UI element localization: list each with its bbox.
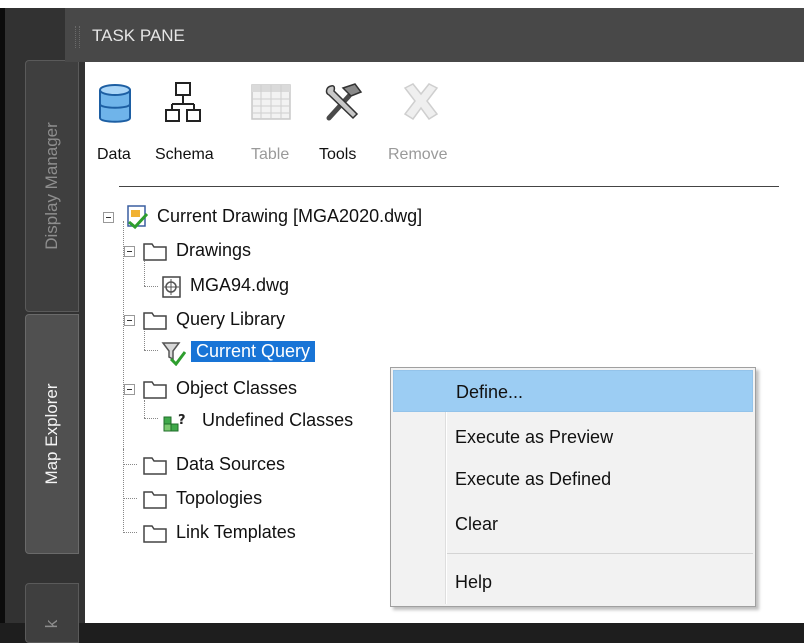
drag-grip-icon[interactable] xyxy=(75,26,80,48)
menu-separator xyxy=(447,553,753,554)
tab-map-explorer-label: Map Explorer xyxy=(42,383,61,485)
schema-button[interactable]: Schema xyxy=(155,82,225,164)
tree-line xyxy=(144,286,158,287)
tree-line xyxy=(123,449,124,533)
table-button-label: Table xyxy=(251,146,290,163)
tree-item-label: Undefined Classes xyxy=(202,410,354,430)
tools-icon xyxy=(325,83,363,121)
tree-item-label: Query Library xyxy=(176,309,286,329)
menu-item-execute-as-defined[interactable]: Execute as Defined xyxy=(393,458,753,500)
tree-item-label: MGA94.dwg xyxy=(190,275,290,295)
menu-item-define[interactable]: Define... xyxy=(393,370,753,412)
task-pane-header: TASK PANE xyxy=(65,8,804,62)
drawing-file-icon xyxy=(162,276,181,298)
query-filter-icon xyxy=(161,342,186,366)
database-icon xyxy=(99,84,131,123)
tab-display-manager[interactable]: Display Manager xyxy=(25,60,79,312)
tree-item-mga94-dwg[interactable]: MGA94.dwg xyxy=(158,271,458,301)
task-pane-title: TASK PANE xyxy=(92,26,185,45)
collapse-icon[interactable] xyxy=(124,246,135,257)
remove-button[interactable]: Remove xyxy=(388,82,454,164)
data-button[interactable]: Data xyxy=(97,82,141,164)
svg-text:?: ? xyxy=(178,413,186,428)
toolbar: Data Schema Table Tools Remove xyxy=(85,62,804,180)
schema-button-label: Schema xyxy=(155,146,214,163)
folder-icon xyxy=(143,381,167,399)
drawing-check-icon xyxy=(127,205,149,230)
menu-item-execute-as-preview[interactable]: Execute as Preview xyxy=(393,416,753,458)
clipped-heading-text xyxy=(250,0,256,8)
tree-item-undefined-classes[interactable]: ? Undefined Classes xyxy=(158,406,388,436)
tree-item-query-library[interactable]: Query Library xyxy=(124,305,424,335)
table-button[interactable]: Table xyxy=(251,82,301,164)
tree-line xyxy=(123,498,137,499)
menu-item-clear[interactable]: Clear xyxy=(393,503,753,545)
table-icon xyxy=(251,84,291,120)
tree-item-label: Drawings xyxy=(176,240,252,260)
tree-item-current-drawing[interactable]: Current Drawing [MGA2020.dwg] xyxy=(103,202,603,232)
tree-item-current-query[interactable]: Current Query xyxy=(158,337,458,367)
remove-icon xyxy=(403,83,439,121)
folder-icon xyxy=(143,457,167,475)
context-menu: Define... Execute as Preview Execute as … xyxy=(390,367,756,607)
menu-item-label: Define... xyxy=(456,382,524,402)
tree-item-object-classes[interactable]: Object Classes xyxy=(124,374,424,404)
tree-item-label: Object Classes xyxy=(176,378,298,398)
menu-item-help[interactable]: Help xyxy=(393,561,753,603)
tab-map-explorer[interactable]: Map Explorer xyxy=(25,314,79,554)
tree-line xyxy=(144,418,158,419)
tree-item-label: Data Sources xyxy=(176,454,286,474)
tree-item-label: Link Templates xyxy=(176,522,296,542)
tree-item-drawings[interactable]: Drawings xyxy=(124,236,424,266)
undefined-class-icon: ? xyxy=(163,413,186,432)
menu-item-label: Help xyxy=(455,572,493,592)
menu-item-label: Execute as Defined xyxy=(455,469,612,489)
tools-button-label: Tools xyxy=(319,146,357,163)
vertical-tab-strip: Display Manager Map Explorer k xyxy=(5,8,85,643)
tools-button[interactable]: Tools xyxy=(319,82,369,164)
tree-separator xyxy=(119,186,779,187)
folder-icon xyxy=(143,243,167,261)
remove-button-label: Remove xyxy=(388,146,448,163)
tab-third[interactable]: k xyxy=(25,583,79,643)
menu-item-label: Execute as Preview xyxy=(455,427,614,447)
tab-display-manager-label: Display Manager xyxy=(42,122,61,250)
schema-icon xyxy=(165,82,201,122)
folder-icon xyxy=(143,312,167,330)
tree-item-label-selected: Current Query xyxy=(191,341,316,362)
tree-item-label: Topologies xyxy=(176,488,263,508)
menu-item-label: Clear xyxy=(455,514,499,534)
tree-line xyxy=(144,350,158,351)
collapse-icon[interactable] xyxy=(124,315,135,326)
tree-line xyxy=(123,464,137,465)
folder-icon xyxy=(143,525,167,543)
data-button-label: Data xyxy=(97,146,131,163)
folder-icon xyxy=(143,491,167,509)
tree-item-label: Current Drawing [MGA2020.dwg] xyxy=(157,206,423,226)
collapse-icon[interactable] xyxy=(103,212,114,223)
collapse-icon[interactable] xyxy=(124,384,135,395)
tree-line xyxy=(123,532,137,533)
top-clipped-strip xyxy=(0,0,804,8)
tab-third-label: k xyxy=(42,619,61,629)
